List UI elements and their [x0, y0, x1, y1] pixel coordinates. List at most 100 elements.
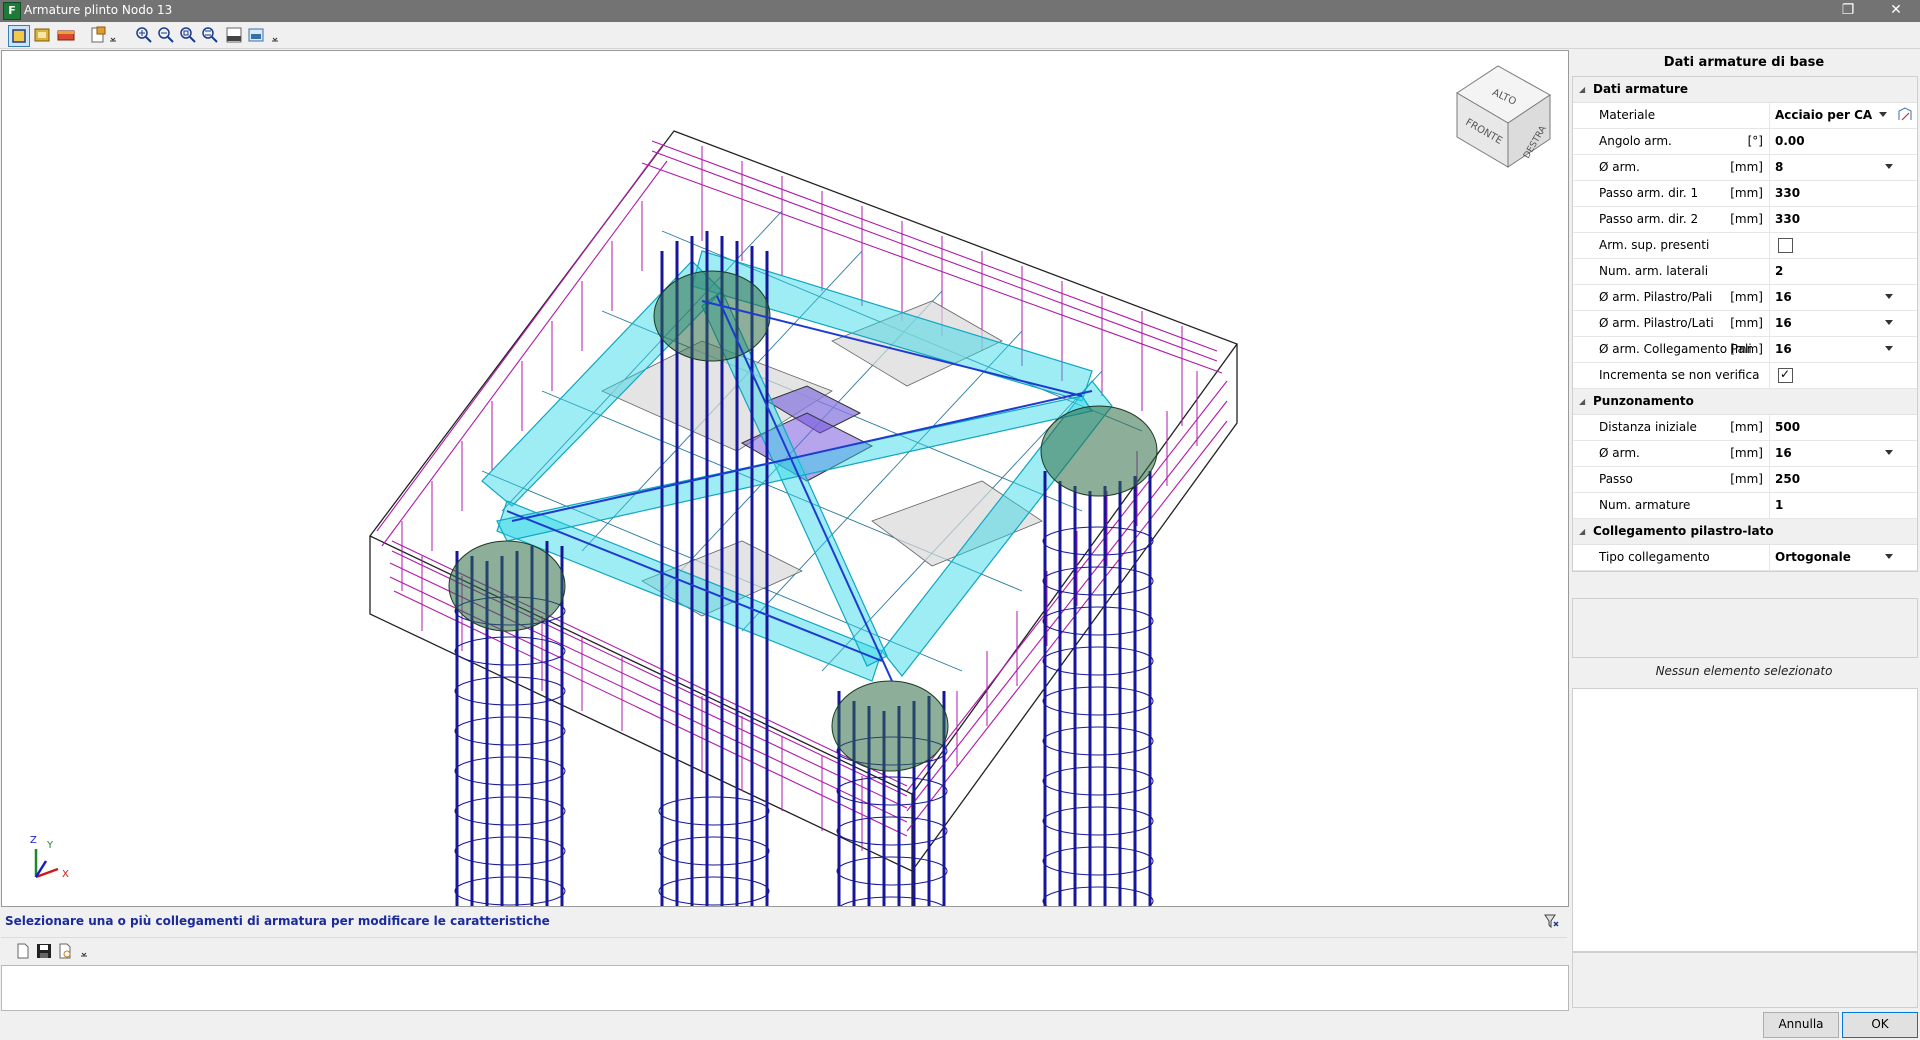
dropdown-arrow-icon[interactable]	[1885, 320, 1893, 325]
property-label: Materiale	[1599, 108, 1656, 122]
zoom-in-icon[interactable]	[134, 25, 154, 45]
ok-button[interactable]: OK	[1842, 1012, 1918, 1038]
collapse-triangle-icon[interactable]: ◢	[1579, 85, 1585, 94]
dropdown-arrow-icon[interactable]	[1885, 450, 1893, 455]
property-label: Ø arm. Collegamento Pali	[1599, 342, 1752, 356]
arm-pilastro-lati-value[interactable]: 16	[1775, 316, 1885, 330]
angolo-arm-value[interactable]: 0.00	[1775, 134, 1885, 148]
collapse-triangle-icon[interactable]: ◢	[1579, 527, 1585, 536]
new-document-icon[interactable]	[15, 943, 31, 959]
dropdown-arrow-icon[interactable]	[1885, 294, 1893, 299]
toolbar-overflow-icon[interactable]	[108, 25, 118, 45]
section-label: Dati armature	[1593, 82, 1689, 96]
selection-list	[1572, 688, 1918, 952]
print-preview-icon[interactable]	[57, 943, 73, 959]
property-unit: [mm]	[1730, 472, 1763, 486]
check-icon: ✓	[1780, 367, 1791, 381]
export-dxf-icon[interactable]	[224, 25, 244, 45]
num-armature-value[interactable]: 1	[1775, 498, 1885, 512]
dropdown-arrow-icon[interactable]	[1885, 346, 1893, 351]
axis-z-label: Z	[30, 835, 37, 846]
row-passo-dir-1[interactable]: Passo arm. dir. 1 [mm] 330	[1573, 181, 1917, 207]
property-label: Num. armature	[1599, 498, 1691, 512]
layer-view-icon[interactable]	[56, 25, 76, 45]
dropdown-arrow-icon[interactable]	[1879, 112, 1887, 117]
select-mode-icon[interactable]	[8, 25, 30, 47]
property-label: Ø arm.	[1599, 160, 1640, 174]
zoom-window-icon[interactable]	[178, 25, 198, 45]
solid-view-icon[interactable]	[32, 25, 52, 45]
materiale-value[interactable]: Acciaio per CA (1)	[1775, 108, 1875, 122]
section-label: Punzonamento	[1593, 394, 1694, 408]
row-arm-pilastro-lati[interactable]: Ø arm. Pilastro/Lati [mm] 16	[1573, 311, 1917, 337]
arm-collegamento-pali-value[interactable]: 16	[1775, 342, 1885, 356]
property-unit: [mm]	[1730, 446, 1763, 460]
section-dati-armature[interactable]: ◢ Dati armature	[1573, 77, 1917, 103]
properties-icon[interactable]	[88, 25, 108, 45]
row-arm-sup-presenti[interactable]: Arm. sup. presenti	[1573, 233, 1917, 259]
row-passo-dir-2[interactable]: Passo arm. dir. 2 [mm] 330	[1573, 207, 1917, 233]
property-label: Distanza iniziale	[1599, 420, 1697, 434]
row-tipo-collegamento[interactable]: Tipo collegamento Ortogonale	[1573, 545, 1917, 571]
row-num-armature[interactable]: Num. armature 1	[1573, 493, 1917, 519]
no-selection-label: Nessun elemento selezionato	[1655, 664, 1833, 678]
property-unit: [mm]	[1730, 212, 1763, 226]
dropdown-arrow-icon[interactable]	[1885, 164, 1893, 169]
properties-panel: Dati armature di base ◢ Dati armature Ma…	[1570, 50, 1918, 1008]
close-button[interactable]: ✕	[1874, 0, 1918, 22]
tipo-collegamento-value[interactable]: Ortogonale	[1775, 550, 1885, 564]
axis-triad: Z Y X	[30, 835, 69, 880]
passo-dir-2-value[interactable]: 330	[1775, 212, 1885, 226]
row-punz-diametro[interactable]: Ø arm. [mm] 16	[1573, 441, 1917, 467]
punz-diametro-value[interactable]: 16	[1775, 446, 1885, 460]
dropdown-arrow-icon[interactable]	[1885, 554, 1893, 559]
cancel-button[interactable]: Annulla	[1763, 1012, 1839, 1038]
property-unit: [mm]	[1730, 316, 1763, 330]
hint-bar: Selezionare una o più collegamenti di ar…	[1, 907, 1567, 937]
incrementa-checkbox[interactable]: ✓	[1778, 367, 1793, 383]
property-unit: [mm]	[1730, 290, 1763, 304]
row-num-arm-laterali[interactable]: Num. arm. laterali 2	[1573, 259, 1917, 285]
restore-button[interactable]: ❐	[1826, 0, 1870, 22]
collapse-triangle-icon[interactable]: ◢	[1579, 397, 1585, 406]
section-punzonamento[interactable]: ◢ Punzonamento	[1573, 389, 1917, 415]
axis-x-label: X	[62, 869, 69, 880]
row-incrementa[interactable]: Incrementa se non verifica ✓	[1573, 363, 1917, 389]
num-arm-laterali-value[interactable]: 2	[1775, 264, 1885, 278]
main-toolbar	[0, 22, 1920, 49]
view-cube: ALTO FRONTE DESTRA	[1456, 65, 1551, 168]
row-passo[interactable]: Passo [mm] 250	[1573, 467, 1917, 493]
arm-sup-presenti-checkbox[interactable]	[1778, 238, 1793, 253]
zoom-extents-icon[interactable]	[200, 25, 220, 45]
row-distanza-iniziale[interactable]: Distanza iniziale [mm] 500	[1573, 415, 1917, 441]
property-label: Arm. sup. presenti	[1599, 238, 1710, 252]
section-collegamento-pilastro-lato[interactable]: ◢ Collegamento pilastro-lato	[1573, 519, 1917, 545]
property-label: Ø arm.	[1599, 446, 1640, 460]
row-angolo-arm[interactable]: Angolo arm. [°] 0.00	[1573, 129, 1917, 155]
toolbar-overflow-icon-2[interactable]	[270, 25, 280, 45]
log-toolbar	[1, 937, 1567, 966]
title-bar: F Armature plinto Nodo 13 ❐ ✕	[0, 0, 1920, 22]
zoom-out-icon[interactable]	[156, 25, 176, 45]
passo-value[interactable]: 250	[1775, 472, 1885, 486]
description-box	[1572, 598, 1918, 658]
material-library-icon[interactable]	[1897, 106, 1913, 122]
axis-y-label: Y	[46, 840, 54, 851]
row-arm-collegamento-pali[interactable]: Ø arm. Collegamento Pali [mm] 16	[1573, 337, 1917, 363]
property-label: Ø arm. Pilastro/Lati	[1599, 316, 1714, 330]
property-unit: [mm]	[1730, 186, 1763, 200]
filter-icon[interactable]	[1543, 913, 1559, 929]
log-toolbar-overflow-icon[interactable]	[79, 943, 89, 959]
row-arm-pilastro-pali[interactable]: Ø arm. Pilastro/Pali [mm] 16	[1573, 285, 1917, 311]
property-grid: ◢ Dati armature Materiale Acciaio per CA…	[1572, 76, 1918, 572]
arm-pilastro-pali-value[interactable]: 16	[1775, 290, 1885, 304]
distanza-iniziale-value[interactable]: 500	[1775, 420, 1885, 434]
row-diametro-arm[interactable]: Ø arm. [mm] 8	[1573, 155, 1917, 181]
export-image-icon[interactable]	[246, 25, 266, 45]
row-materiale[interactable]: Materiale Acciaio per CA (1)	[1573, 103, 1917, 129]
save-icon[interactable]	[36, 943, 52, 959]
3d-viewport[interactable]: ALTO FRONTE DESTRA Z Y X	[1, 50, 1569, 907]
passo-dir-1-value[interactable]: 330	[1775, 186, 1885, 200]
property-unit: [mm]	[1730, 420, 1763, 434]
diametro-arm-value[interactable]: 8	[1775, 160, 1885, 174]
